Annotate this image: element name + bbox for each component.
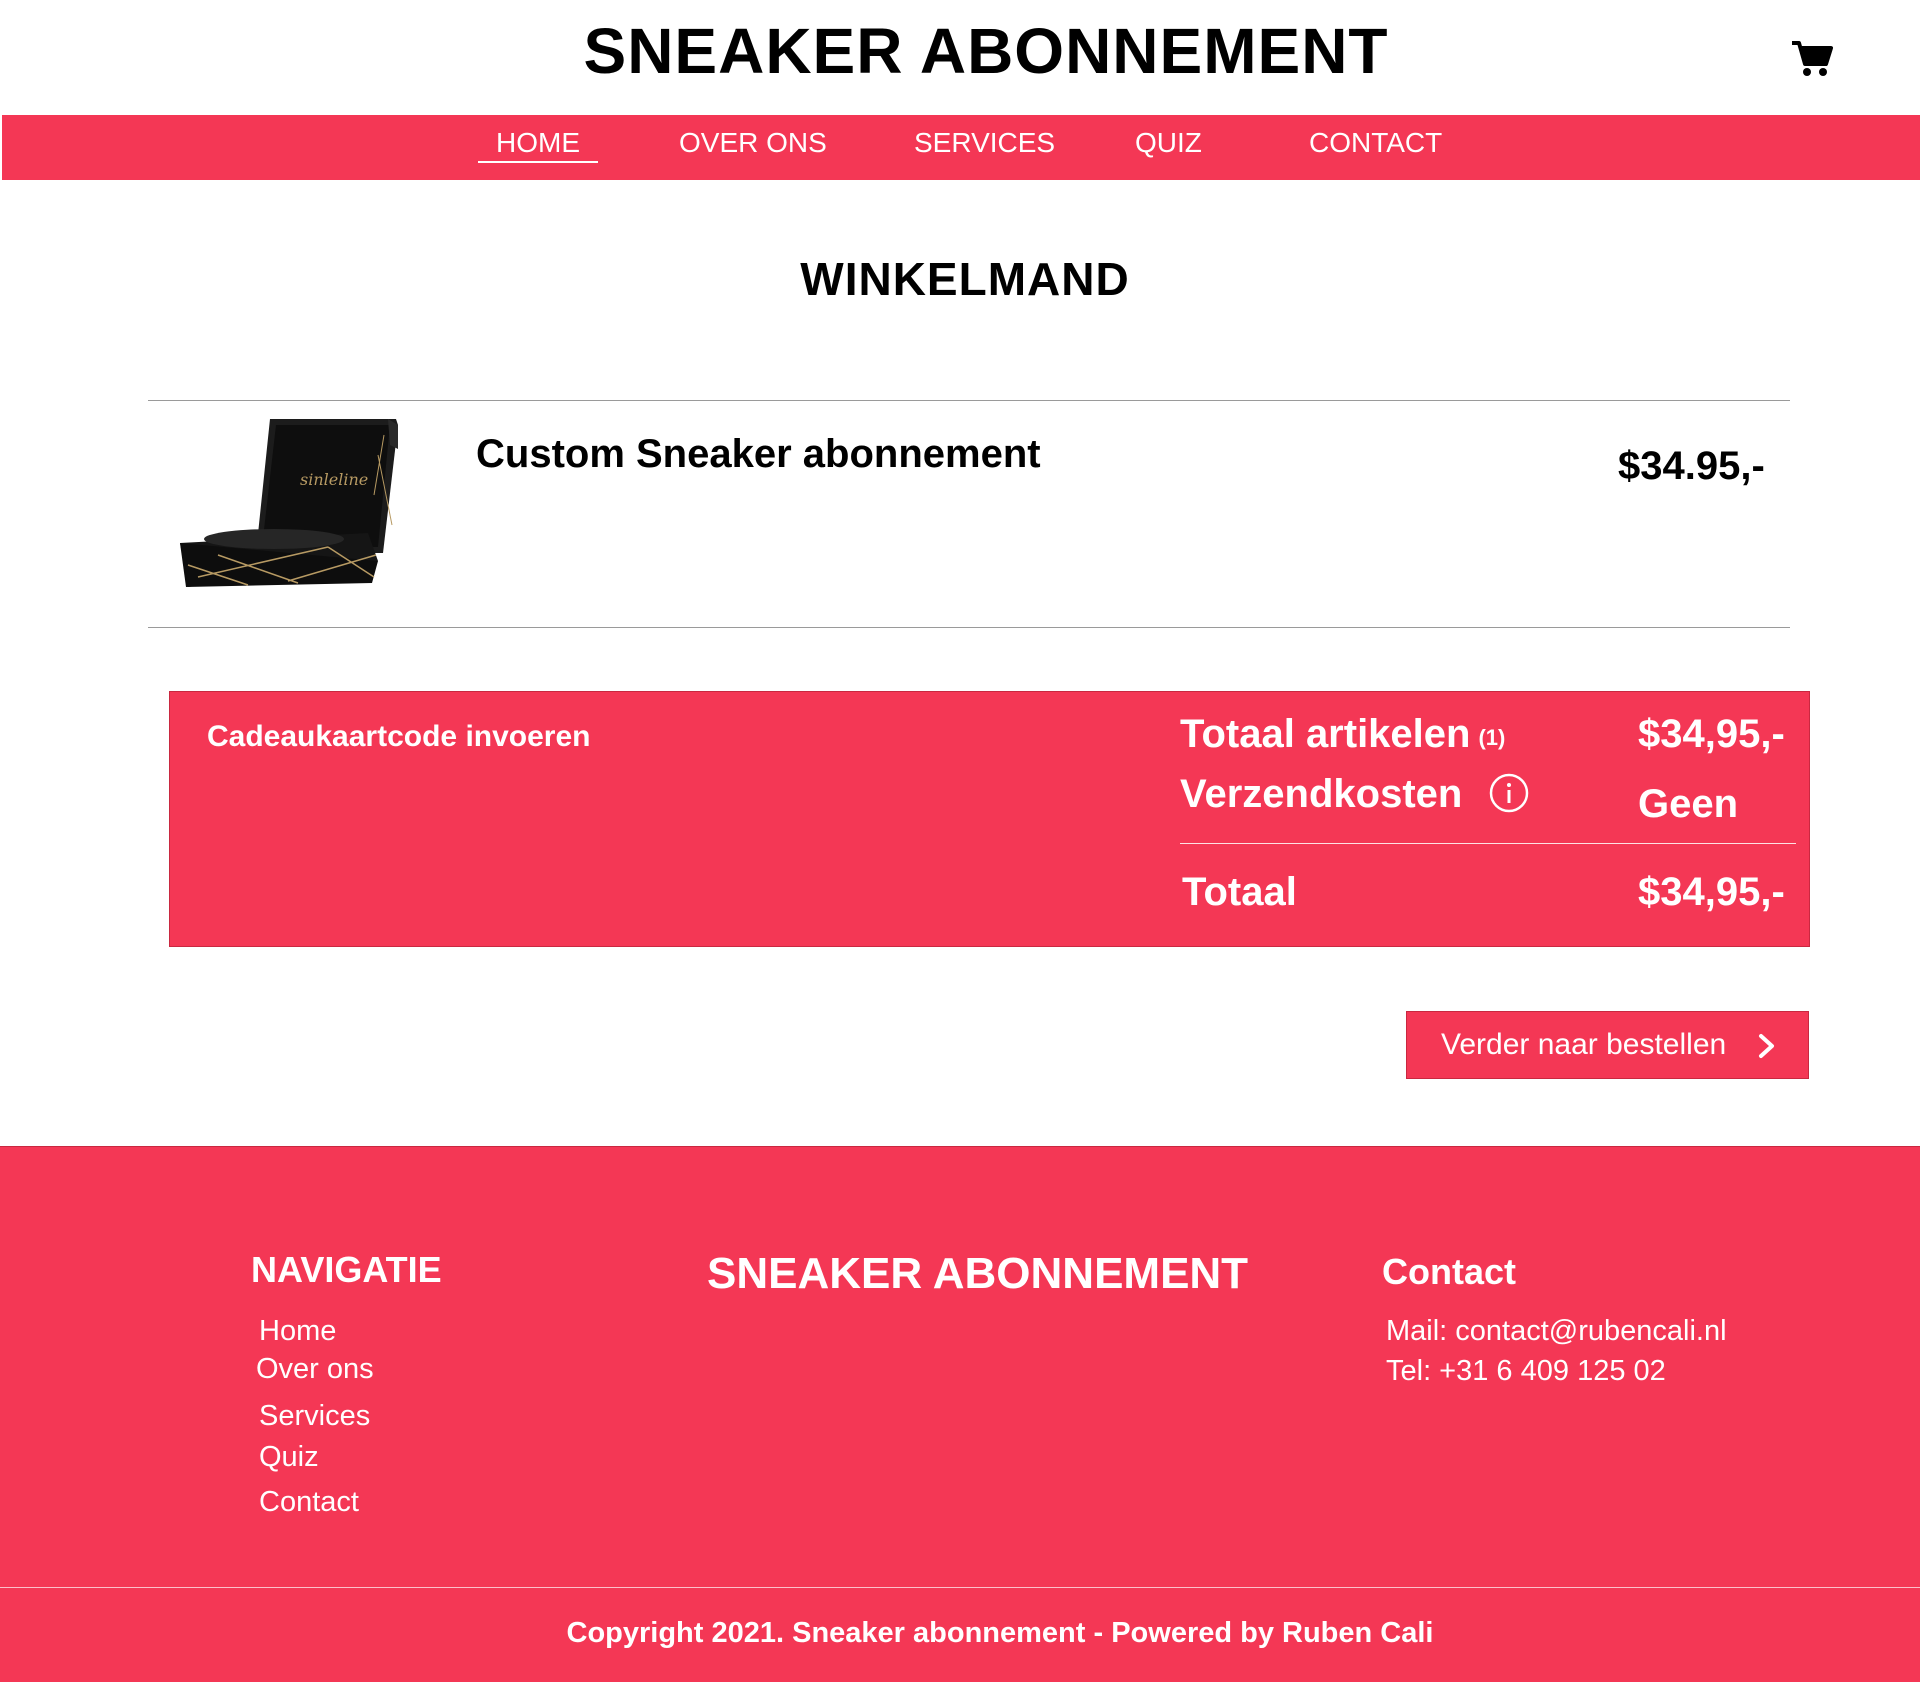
footer-link-home[interactable]: Home bbox=[259, 1315, 336, 1348]
footer-link-over-ons[interactable]: Over ons bbox=[256, 1353, 374, 1386]
continue-button-label: Verder naar bestellen bbox=[1441, 1028, 1727, 1061]
shopping-cart-icon[interactable] bbox=[1790, 38, 1834, 78]
product-price: $34.95,- bbox=[1618, 444, 1765, 488]
main-nav: HOME OVER ONS SERVICES QUIZ CONTACT bbox=[2, 115, 1920, 180]
site-footer: NAVIGATIE Home Over ons Services Quiz Co… bbox=[0, 1146, 1920, 1682]
cart-divider-bottom bbox=[148, 627, 1790, 628]
nav-item-home[interactable]: HOME bbox=[478, 127, 598, 163]
page: SNEAKER ABONNEMENT HOME OVER ONS SERVICE… bbox=[0, 0, 1920, 1682]
site-title[interactable]: SNEAKER ABONNEMENT bbox=[0, 14, 1920, 88]
item-count: (1) bbox=[1478, 725, 1506, 750]
total-value: $34,95,- bbox=[1638, 870, 1785, 914]
cart-divider-top bbox=[148, 400, 1790, 401]
nav-item-services[interactable]: SERVICES bbox=[914, 127, 1055, 159]
nav-item-quiz[interactable]: QUIZ bbox=[1135, 127, 1202, 159]
info-icon[interactable] bbox=[1488, 772, 1530, 814]
total-items-text: Totaal artikelen bbox=[1180, 712, 1471, 756]
footer-link-contact[interactable]: Contact bbox=[259, 1486, 359, 1519]
order-summary: Cadeaukaartcode invoeren Totaal artikele… bbox=[169, 691, 1810, 947]
footer-mail[interactable]: Mail: contact@rubencali.nl bbox=[1386, 1315, 1727, 1348]
total-items-value: $34,95,- bbox=[1638, 712, 1785, 756]
copyright-text: Copyright 2021. Sneaker abonnement - Pow… bbox=[566, 1617, 1434, 1649]
product-image-brand: sinleline bbox=[300, 470, 369, 489]
shipping-value: Geen bbox=[1638, 782, 1739, 826]
product-image bbox=[180, 419, 398, 587]
nav-item-over-ons[interactable]: OVER ONS bbox=[679, 127, 827, 159]
nav-item-contact[interactable]: CONTACT bbox=[1309, 127, 1442, 159]
summary-divider bbox=[1180, 843, 1796, 844]
footer-link-services[interactable]: Services bbox=[259, 1400, 370, 1433]
shipping-label: Verzendkosten bbox=[1180, 772, 1463, 816]
continue-to-order-button[interactable]: Verder naar bestellen bbox=[1406, 1011, 1809, 1079]
footer-link-quiz[interactable]: Quiz bbox=[259, 1441, 319, 1474]
total-items-label: Totaal artikelen (1) bbox=[1180, 712, 1505, 757]
footer-nav-heading: NAVIGATIE bbox=[251, 1249, 442, 1290]
gift-card-code-link[interactable]: Cadeaukaartcode invoeren bbox=[207, 720, 590, 754]
chevron-right-icon bbox=[1759, 1034, 1774, 1058]
footer-tel[interactable]: Tel: +31 6 409 125 02 bbox=[1386, 1355, 1666, 1388]
footer-brand: SNEAKER ABONNEMENT bbox=[707, 1249, 1249, 1298]
page-title: WINKELMAND bbox=[800, 253, 1130, 305]
footer-contact-heading: Contact bbox=[1382, 1251, 1516, 1292]
footer-divider bbox=[0, 1587, 1920, 1588]
total-label: Totaal bbox=[1182, 870, 1297, 914]
product-name[interactable]: Custom Sneaker abonnement bbox=[476, 432, 1041, 477]
